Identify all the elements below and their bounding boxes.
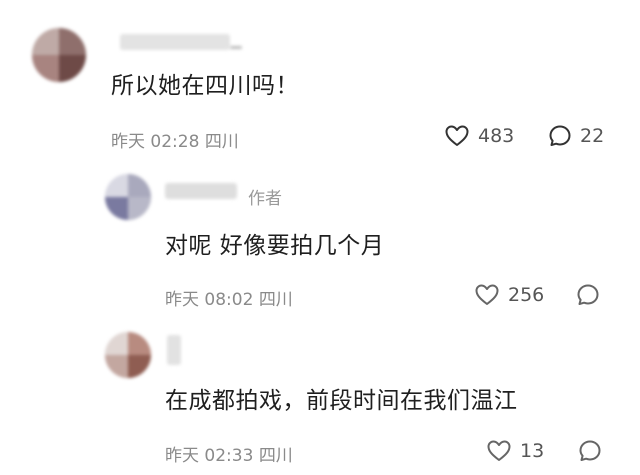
comment-location: 四川 xyxy=(258,446,293,466)
comment-location: 四川 xyxy=(258,290,293,310)
comment-text: 所以她在四川吗！ xyxy=(111,73,299,99)
like-button[interactable]: 256 xyxy=(474,283,544,307)
heart-outline-icon xyxy=(444,124,470,148)
username-redacted[interactable] xyxy=(165,183,237,199)
reply-button[interactable]: 22 xyxy=(548,124,604,148)
comment-time: 昨天 02:33 xyxy=(165,446,254,466)
like-count: 483 xyxy=(478,125,515,147)
username-redacted[interactable] xyxy=(120,34,230,50)
like-count: 256 xyxy=(508,284,545,306)
username-redacted[interactable] xyxy=(167,335,181,365)
comment-meta: 昨天 02:33 四川 xyxy=(165,441,293,466)
heart-outline-icon xyxy=(486,439,512,463)
comment-meta: 昨天 08:02 四川 xyxy=(165,285,293,310)
like-button[interactable]: 483 xyxy=(444,124,514,148)
comment-time: 昨天 02:28 xyxy=(111,132,200,152)
comment-text: 在成都拍戏，前段时间在我们温江 xyxy=(165,388,518,414)
reply-count: 22 xyxy=(580,125,605,147)
comment-time: 昨天 08:02 xyxy=(165,290,254,310)
like-button[interactable]: 13 xyxy=(486,439,544,463)
comment-text: 对呢 好像要拍几个月 xyxy=(165,233,385,259)
heart-outline-icon xyxy=(474,283,500,307)
avatar[interactable] xyxy=(105,174,151,220)
reply-button[interactable] xyxy=(576,283,608,307)
speech-bubble-icon xyxy=(548,124,572,148)
author-badge: 作者 xyxy=(248,189,282,209)
avatar[interactable] xyxy=(32,28,86,82)
username-redacted-accent xyxy=(230,46,242,49)
reply-button[interactable] xyxy=(578,439,610,463)
comment-meta: 昨天 02:28 四川 xyxy=(111,127,239,152)
speech-bubble-icon xyxy=(576,283,600,307)
like-count: 13 xyxy=(520,440,545,462)
speech-bubble-icon xyxy=(578,439,602,463)
comment-location: 四川 xyxy=(204,132,239,152)
avatar[interactable] xyxy=(105,332,151,378)
